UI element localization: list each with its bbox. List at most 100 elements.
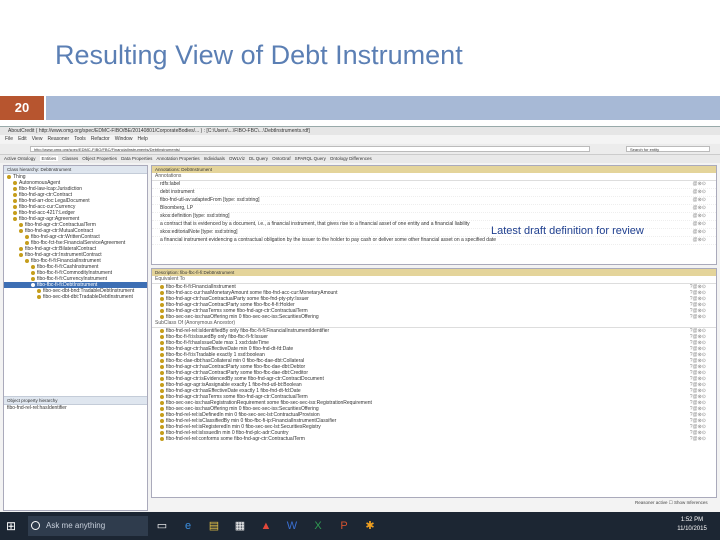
tab[interactable]: Classes (62, 156, 78, 161)
tab[interactable]: Data Properties (121, 156, 152, 161)
annotation-row[interactable]: a financial instrument evidencing a cont… (152, 237, 716, 245)
description-header: Description: fibo-fbc-fi-fi:DebtInstrume… (152, 269, 716, 276)
annotation-text: debt instrument (160, 189, 195, 195)
menu-item[interactable]: Edit (18, 136, 27, 142)
axiom-text: fibo-sec-sec-iss:hasOffering min 0 fibo-… (166, 314, 319, 320)
toolbar: http://www.omg.org/spec/EDMC-FIBO/FBC/Fi… (0, 144, 720, 155)
tab[interactable]: Individuals (204, 156, 225, 161)
lower-left-pane: Object property hierarchy fibo-fnd-rel-r… (4, 396, 147, 412)
annotation-text: skos:definition [type: xsd:string] (160, 213, 230, 219)
description-pane: Description: fibo-fbc-fi-fi:DebtInstrume… (151, 268, 717, 498)
annotation-text: a financial instrument evidencing a cont… (160, 237, 497, 243)
tab[interactable]: Entities (39, 156, 59, 161)
cortana-search-box[interactable]: Ask me anything (28, 516, 148, 536)
tab[interactable]: Annotation Properties (156, 156, 199, 161)
row-action-icons[interactable]: @⊗⊙ (693, 197, 706, 204)
tab[interactable]: Object Properties (82, 156, 117, 161)
menu-item[interactable]: Refactor (91, 136, 110, 142)
search-input[interactable]: Search for entity (626, 146, 710, 152)
class-icon (31, 264, 35, 269)
axiom-row[interactable]: fibo-sec-sec-iss:hasOffering min 0 fibo-… (152, 314, 716, 320)
menu-item[interactable]: Help (138, 136, 148, 142)
tab[interactable]: OntoGraf (272, 156, 291, 161)
taskbar: ⊞ Ask me anything ▭ e ▤ ▦ ▲ W X P ✱ 1:52 PM 11/1… (0, 512, 720, 540)
row-action-icons[interactable]: ?@⊗⊙ (690, 436, 706, 442)
row-action-icons[interactable]: @⊗⊙ (693, 221, 706, 228)
class-icon (13, 216, 17, 221)
class-icon (160, 370, 164, 375)
class-icon (160, 436, 164, 441)
tab-bar: Active Ontology Entities Classes Object Pro… (0, 155, 720, 163)
status-text: Reasoner active ☐ Show Inferences (635, 500, 708, 505)
tab[interactable]: SPARQL Query (295, 156, 326, 161)
menu-item[interactable]: File (5, 136, 13, 142)
object-property-item[interactable]: fibo-fnd-rel-rel:hasIdentifier (4, 405, 147, 412)
menu-item[interactable]: Window (115, 136, 133, 142)
powerpoint-icon[interactable]: P (338, 520, 350, 532)
windows-icon[interactable]: ⊞ (6, 519, 20, 533)
class-icon (160, 296, 164, 301)
row-action-icons[interactable]: @⊗⊙ (693, 205, 706, 212)
annotation-text: Bloomberg, LP (160, 205, 194, 211)
excel-icon[interactable]: X (312, 520, 324, 532)
edge-icon[interactable]: e (182, 520, 194, 532)
slide-number: 20 (14, 100, 30, 115)
row-action-icons[interactable]: @⊗⊙ (693, 181, 706, 188)
tray-clock[interactable]: 1:52 PM 11/10/2015 (668, 516, 716, 534)
row-action-icons[interactable]: @⊗⊙ (693, 229, 706, 236)
annotation-row[interactable]: rdfs:label @⊗⊙ (152, 181, 716, 189)
class-icon (160, 376, 164, 381)
menu-item[interactable]: Tools (74, 136, 86, 142)
tree-node[interactable]: fibo-sec-dbt-dbt:TradableDebtInstrument (4, 294, 147, 300)
class-icon (160, 302, 164, 307)
class-icon (160, 382, 164, 387)
class-icon (160, 430, 164, 435)
class-icon (13, 180, 17, 185)
annotation-row[interactable]: fibo-fnd-utl-av:adaptedFrom [type: xsd:s… (152, 197, 716, 205)
left-pane: Class hierarchy: DebtInstrument Thing Aut… (3, 165, 148, 511)
class-icon (160, 424, 164, 429)
row-action-icons[interactable]: @⊗⊙ (693, 237, 706, 244)
address-field[interactable]: http://www.omg.org/spec/EDMC-FIBO/FBC/Fi… (30, 146, 590, 152)
row-action-icons[interactable]: ?@⊗⊙ (690, 314, 706, 320)
tab[interactable]: DL Query (249, 156, 268, 161)
class-icon (31, 270, 35, 275)
annotation-row[interactable]: Bloomberg, LP @⊗⊙ (152, 205, 716, 213)
class-icon (160, 364, 164, 369)
class-icon (13, 192, 17, 197)
class-icon (160, 346, 164, 351)
axiom-row[interactable]: fibo-fnd-rel-rel:conforms some fibo-fnd-… (152, 436, 716, 442)
row-action-icons[interactable]: @⊗⊙ (693, 189, 706, 196)
callout-text: Latest draft definition for review (491, 225, 644, 237)
class-icon (25, 240, 29, 245)
tab[interactable]: Active Ontology (4, 156, 36, 161)
annotations-section-label: Annotations (152, 173, 716, 181)
row-action-icons[interactable]: @⊗⊙ (693, 213, 706, 220)
protege-icon[interactable]: ✱ (364, 520, 376, 532)
acrobat-icon[interactable]: ▲ (260, 520, 272, 532)
class-icon (31, 276, 35, 281)
class-icon (31, 282, 35, 287)
explorer-icon[interactable]: ▤ (208, 520, 220, 532)
word-icon[interactable]: W (286, 520, 298, 532)
tab[interactable]: OWLViz (229, 156, 245, 161)
class-icon (7, 174, 11, 179)
annotation-text: a contract that is evidenced by a docume… (160, 221, 470, 227)
menu-item[interactable]: View (32, 136, 43, 142)
class-icon (25, 258, 29, 263)
store-icon[interactable]: ▦ (234, 520, 246, 532)
class-icon (160, 340, 164, 345)
menu-item[interactable]: Reasoner (47, 136, 69, 142)
class-icon (37, 294, 41, 299)
class-icon (160, 388, 164, 393)
tab[interactable]: Ontology Differences (330, 156, 372, 161)
class-icon (19, 246, 23, 251)
annotation-row[interactable]: skos:definition [type: xsd:string] @⊗⊙ (152, 213, 716, 221)
annotation-row[interactable]: debt instrument @⊗⊙ (152, 189, 716, 197)
equivalent-to-label: Equivalent To (152, 276, 716, 284)
task-view-icon[interactable]: ▭ (156, 520, 168, 532)
subclass-of-label: SubClass Of (Anonymous Ancestor) (152, 320, 716, 328)
annotation-text: fibo-fnd-utl-av:adaptedFrom [type: xsd:s… (160, 197, 260, 203)
class-icon (160, 334, 164, 339)
axiom-text: fibo-fnd-rel-rel:conforms some fibo-fnd-… (166, 436, 305, 442)
